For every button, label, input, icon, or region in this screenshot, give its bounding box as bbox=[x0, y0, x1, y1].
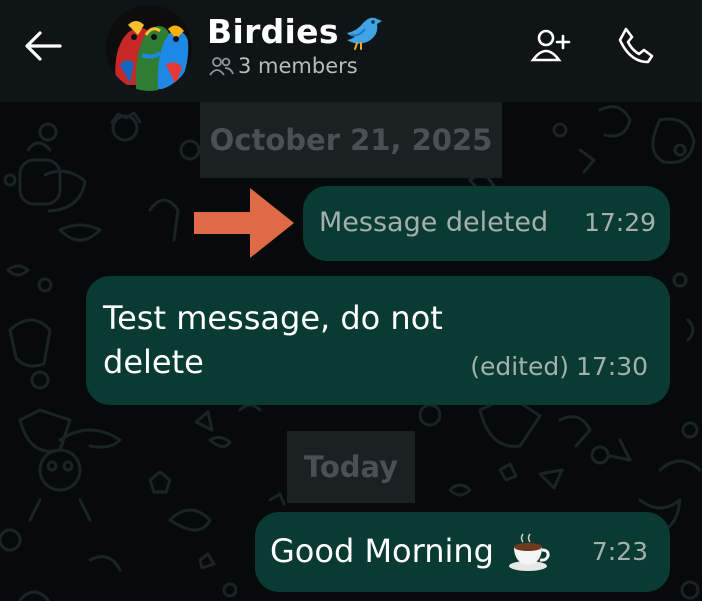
phone-icon[interactable] bbox=[616, 25, 656, 65]
chat-title-row[interactable]: Birdies bbox=[207, 8, 385, 54]
message-text: Good Morning bbox=[270, 532, 494, 570]
deleted-message-text: Message deleted bbox=[319, 207, 549, 238]
message-bubble[interactable]: Good Morning 7:23 bbox=[255, 512, 670, 592]
message-time: 17:29 bbox=[583, 208, 656, 237]
chat-title: Birdies bbox=[207, 11, 339, 51]
message-text: Test message, do not delete bbox=[103, 299, 443, 381]
group-avatar[interactable] bbox=[106, 5, 192, 91]
members-icon bbox=[209, 57, 234, 76]
coffee-cup-icon bbox=[509, 533, 550, 571]
message-time: 17:30 bbox=[575, 352, 648, 381]
message-time: 7:23 bbox=[591, 537, 648, 566]
add-user-icon[interactable] bbox=[530, 26, 572, 64]
chat-screen: Birdies 3 members October 21, 2025 Messa… bbox=[0, 0, 702, 601]
chat-header: Birdies 3 members bbox=[0, 0, 702, 102]
message-meta: (edited) 17:30 bbox=[470, 352, 648, 381]
message-bubble-deleted[interactable]: Message deleted 17:29 bbox=[303, 186, 670, 261]
bird-icon bbox=[346, 17, 382, 50]
arrow-left-icon[interactable] bbox=[20, 26, 66, 66]
message-bubble[interactable]: Test message, do not delete (edited) 17:… bbox=[86, 276, 670, 405]
date-label: October 21, 2025 bbox=[209, 123, 493, 157]
members-row[interactable]: 3 members bbox=[208, 54, 358, 78]
date-label: Today bbox=[303, 450, 399, 484]
edited-label: (edited) bbox=[470, 352, 569, 381]
members-count: 3 members bbox=[238, 54, 358, 78]
orange-arrow-icon bbox=[194, 188, 294, 258]
date-separator: October 21, 2025 bbox=[200, 102, 502, 178]
date-separator: Today bbox=[287, 431, 415, 503]
